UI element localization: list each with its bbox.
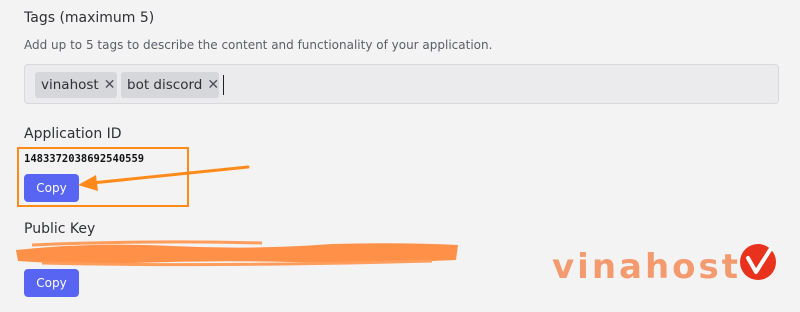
application-id-title: Application ID [24,126,122,142]
tag-label: vinahost [41,77,99,93]
tag-chip-bot-discord: bot discord ✕ [121,72,219,98]
public-key-title: Public Key [24,221,96,237]
close-icon[interactable]: ✕ [104,77,116,93]
text-cursor [223,75,224,95]
copy-public-key-button[interactable]: Copy [24,269,79,297]
arrow-left-icon [78,165,250,191]
redaction-scribble [16,240,458,267]
vinahost-logo-mark [740,244,776,280]
vinahost-logo: vinahost [552,247,742,287]
tags-section-title: Tags (maximum 5) [24,10,155,26]
tags-input[interactable]: vinahost ✕ bot discord ✕ [24,64,779,104]
close-icon[interactable]: ✕ [207,77,219,93]
tag-label: bot discord [127,77,203,93]
tags-section-hint: Add up to 5 tags to describe the content… [24,38,493,52]
tag-chip-vinahost: vinahost ✕ [35,72,117,98]
